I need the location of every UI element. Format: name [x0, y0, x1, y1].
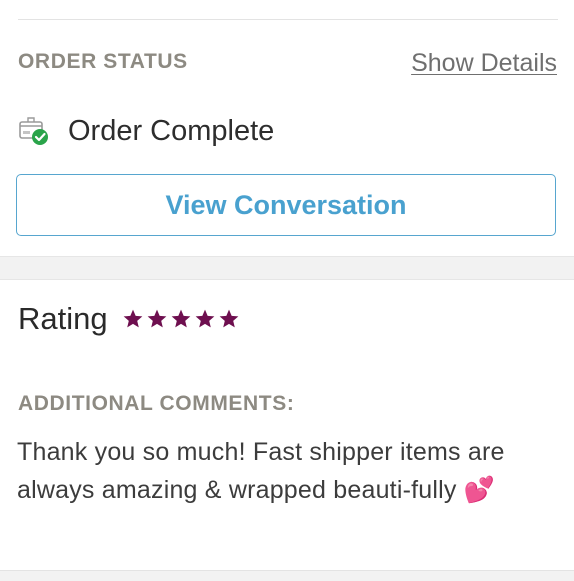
package-check-icon	[18, 116, 50, 146]
star-icon	[195, 309, 214, 328]
rating-row: Rating	[18, 299, 240, 339]
additional-comments-heading: ADDITIONAL COMMENTS:	[18, 392, 295, 415]
order-status-row: Order Complete	[18, 113, 274, 149]
star-icon	[171, 309, 190, 328]
show-details-link[interactable]: Show Details	[411, 48, 557, 78]
star-icon	[219, 309, 238, 328]
star-icon	[147, 309, 166, 328]
view-conversation-button[interactable]: View Conversation	[16, 174, 556, 236]
star-icon	[123, 309, 142, 328]
rating-label: Rating	[18, 301, 108, 336]
section-separator	[0, 256, 574, 280]
bottom-divider	[0, 570, 574, 581]
order-complete-text: Order Complete	[68, 115, 275, 147]
star-rating	[122, 308, 240, 330]
comment-text: Thank you so much! Fast shipper items ar…	[17, 438, 505, 504]
order-status-heading: ORDER STATUS	[18, 50, 188, 73]
